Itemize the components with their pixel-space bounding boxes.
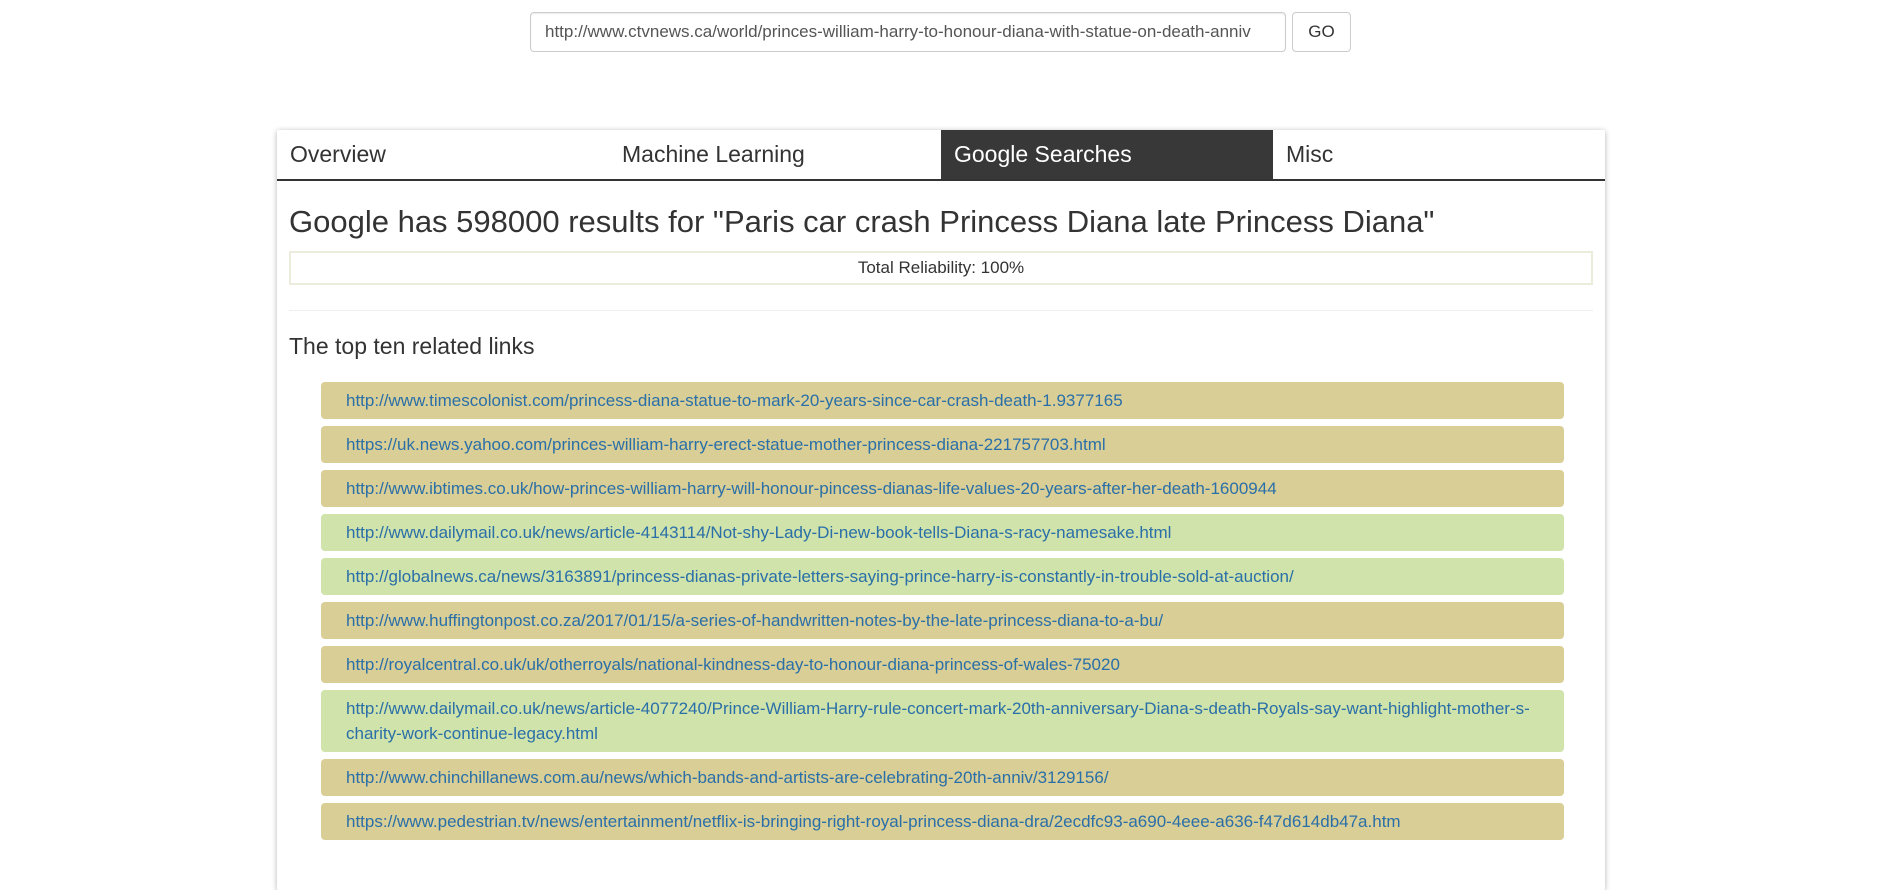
related-link[interactable]: https://www.pedestrian.tv/news/entertain… xyxy=(346,812,1401,831)
url-bar: GO xyxy=(530,12,1351,52)
related-link[interactable]: http://globalnews.ca/news/3163891/prince… xyxy=(346,567,1294,586)
url-input[interactable] xyxy=(530,12,1286,52)
list-item: http://www.dailymail.co.uk/news/article-… xyxy=(321,514,1564,552)
tab-overview[interactable]: Overview xyxy=(277,130,609,179)
divider xyxy=(289,310,1593,312)
go-button[interactable]: GO xyxy=(1292,12,1351,52)
related-link[interactable]: https://uk.news.yahoo.com/princes-willia… xyxy=(346,435,1106,454)
list-item: https://www.pedestrian.tv/news/entertain… xyxy=(321,803,1564,841)
related-link[interactable]: http://www.chinchillanews.com.au/news/wh… xyxy=(346,768,1109,787)
list-item: http://www.timescolonist.com/princess-di… xyxy=(321,382,1564,420)
list-item: http://globalnews.ca/news/3163891/prince… xyxy=(321,558,1564,596)
list-item: http://www.ibtimes.co.uk/how-princes-wil… xyxy=(321,470,1564,508)
related-link[interactable]: http://www.dailymail.co.uk/news/article-… xyxy=(346,523,1171,542)
related-links-list: http://www.timescolonist.com/princess-di… xyxy=(321,382,1564,841)
results-heading: Google has 598000 results for "Paris car… xyxy=(289,204,1435,239)
list-item: https://uk.news.yahoo.com/princes-willia… xyxy=(321,426,1564,464)
tab-misc[interactable]: Misc xyxy=(1273,130,1605,179)
related-link[interactable]: http://www.timescolonist.com/princess-di… xyxy=(346,391,1123,410)
related-link[interactable]: http://royalcentral.co.uk/uk/otherroyals… xyxy=(346,655,1120,674)
list-item: http://www.chinchillanews.com.au/news/wh… xyxy=(321,759,1564,797)
reliability-bar: Total Reliability: 100% xyxy=(289,251,1593,286)
tab-google-searches[interactable]: Google Searches xyxy=(941,130,1273,179)
related-link[interactable]: http://www.dailymail.co.uk/news/article-… xyxy=(346,699,1530,743)
list-item: http://www.huffingtonpost.co.za/2017/01/… xyxy=(321,602,1564,640)
related-link[interactable]: http://www.ibtimes.co.uk/how-princes-wil… xyxy=(346,479,1277,498)
list-item: http://www.dailymail.co.uk/news/article-… xyxy=(321,690,1564,753)
links-heading: The top ten related links xyxy=(289,333,535,360)
tab-bar: Overview Machine Learning Google Searche… xyxy=(277,130,1605,181)
reliability-label: Total Reliability: 100% xyxy=(857,258,1025,278)
tab-content: Google has 598000 results for "Paris car… xyxy=(277,204,1605,841)
related-link[interactable]: http://www.huffingtonpost.co.za/2017/01/… xyxy=(346,611,1163,630)
results-panel: Overview Machine Learning Google Searche… xyxy=(277,130,1605,890)
tab-machine-learning[interactable]: Machine Learning xyxy=(609,130,941,179)
list-item: http://royalcentral.co.uk/uk/otherroyals… xyxy=(321,646,1564,684)
